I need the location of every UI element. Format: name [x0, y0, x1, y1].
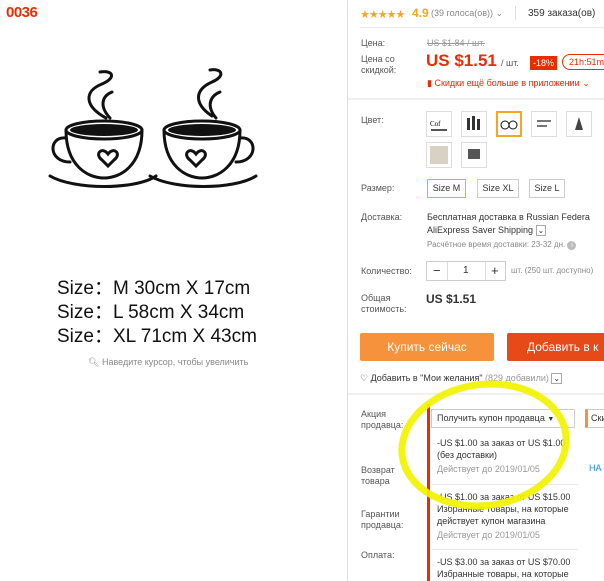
zoom-hint: 🔍︎ Наведите курсор, чтобы увеличить	[88, 357, 249, 367]
heart-plus-icon: ♡	[360, 373, 369, 383]
quantity-stepper[interactable]: − 1 +	[426, 261, 506, 281]
delivery-method[interactable]: AliExpress Saver Shipping ⌄	[427, 225, 547, 236]
phone-icon: ▮	[427, 78, 432, 88]
quantity-label: Количество:	[361, 266, 412, 276]
size-option-m[interactable]: Size M	[427, 179, 466, 198]
info-icon: i	[567, 241, 577, 250]
size-spec-l: Size：L 58cm X 34cm	[57, 302, 245, 323]
color-option[interactable]: Cof	[426, 111, 452, 137]
coupon-item[interactable]: -US $3.00 за заказ от US $70.00 Избранны…	[437, 556, 570, 580]
color-option[interactable]	[531, 111, 557, 137]
size-spec-xl: Size：XL 71cm X 43cm	[57, 326, 257, 347]
size-option-xl[interactable]: Size XL	[477, 179, 519, 198]
total-price: US $1.51	[426, 292, 477, 306]
current-price: US $1.51	[426, 51, 497, 70]
payment-label: Оплата:	[361, 550, 395, 560]
app-promo-link[interactable]: ▮ Скидки ещё больше в приложении ⌄	[427, 78, 590, 89]
price-unit: / шт.	[501, 58, 519, 68]
plus-button[interactable]: +	[491, 263, 499, 278]
color-option[interactable]	[461, 142, 487, 168]
discount-price-label: Цена со скидкой:	[361, 54, 397, 75]
return-label-2: товара	[361, 476, 390, 486]
total-label-1: Общая	[361, 293, 391, 303]
buy-now-button[interactable]: Купить сейчас	[360, 333, 494, 361]
guarantee-label-2: продавца:	[361, 520, 404, 530]
color-option[interactable]	[566, 111, 592, 137]
header-divider	[515, 6, 516, 20]
rating-stars: ★★★★★	[360, 9, 405, 21]
size-spec-m: Size：M 30cm X 17cm	[57, 278, 251, 299]
return-label-1: Возврат	[361, 465, 395, 475]
stepper-divider	[447, 262, 448, 280]
size-option-l[interactable]: Size L	[529, 179, 565, 198]
delivery-country[interactable]: Бесплатная доставка в Russian Federa	[427, 212, 590, 222]
wishlist-link[interactable]: ♡ Добавить в "Мои желания" (829 добавили…	[360, 373, 563, 384]
stepper-divider	[485, 262, 486, 280]
guarantee-label-1: Гарантии	[361, 509, 400, 519]
promo-label-1: Акция	[361, 409, 386, 419]
chevron-down-icon: ⌄	[582, 78, 590, 88]
quantity-input[interactable]: 1	[463, 265, 469, 276]
promo-label-2: продавца:	[361, 420, 404, 430]
color-option[interactable]	[426, 142, 452, 168]
chevron-down-icon: ⌄	[535, 225, 547, 236]
divider	[432, 549, 578, 550]
countdown-timer: 21h:51m	[562, 54, 604, 70]
discount-badge: -18%	[530, 56, 558, 70]
color-option[interactable]	[461, 111, 487, 137]
color-option-selected[interactable]	[496, 111, 522, 137]
chevron-down-icon: ⌄	[551, 373, 563, 384]
stock-info: шт. (250 шт. доступно)	[511, 266, 594, 275]
orders-count: 359 заказа(ов)	[528, 8, 596, 19]
magnifier-icon: 🔍︎	[88, 357, 100, 367]
divider	[360, 27, 604, 28]
coffee-cups-image[interactable]	[44, 66, 264, 190]
color-label: Цвет:	[361, 115, 384, 125]
minus-button[interactable]: −	[433, 263, 441, 278]
total-label-2: стоимость:	[361, 304, 407, 314]
discount-button[interactable]: Скид	[585, 409, 604, 428]
old-price: US $1.84 / шт.	[427, 38, 485, 48]
votes-link[interactable]: (39 голоса(ов)) ⌄	[431, 8, 503, 19]
price-label: Цена:	[361, 38, 386, 48]
divider	[348, 98, 604, 100]
nav-link[interactable]: НА	[589, 463, 602, 473]
delivery-label: Доставка:	[361, 212, 403, 222]
size-label: Размер:	[361, 183, 395, 193]
rating-value: 4.9	[412, 6, 429, 20]
chevron-down-icon: ⌄	[495, 8, 504, 18]
delivery-time: Расчётное время доставки: 23-32 дн. i	[427, 240, 577, 250]
panel-divider	[347, 0, 348, 581]
svg-text:Cof: Cof	[430, 120, 441, 128]
image-id-label: 0036	[6, 4, 38, 21]
add-to-cart-button[interactable]: Добавить в к	[507, 333, 604, 361]
